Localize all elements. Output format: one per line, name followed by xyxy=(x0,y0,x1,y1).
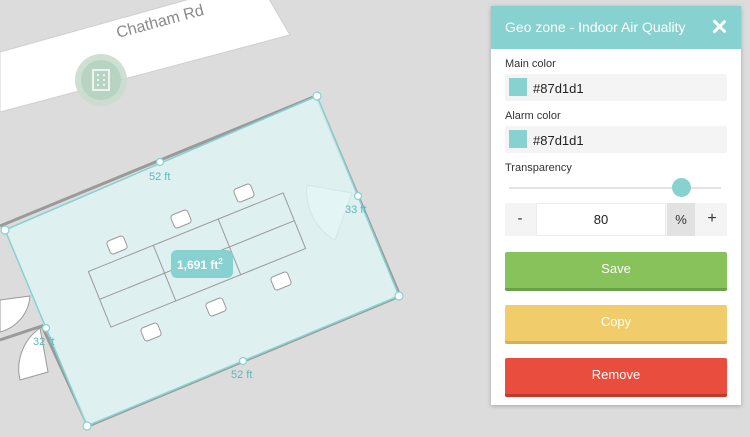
main-color-value: #87d1d1 xyxy=(533,81,584,96)
main-color-label: Main color xyxy=(505,58,556,70)
percent-unit: % xyxy=(667,203,695,236)
main-color-swatch[interactable] xyxy=(509,78,527,96)
alarm-color-value: #87d1d1 xyxy=(533,133,584,148)
remove-button[interactable]: Remove xyxy=(505,358,727,397)
panel-title: Geo zone - Indoor Air Quality xyxy=(505,19,686,35)
save-button[interactable]: Save xyxy=(505,252,727,291)
geo-zone-panel: Geo zone - Indoor Air Quality Main color… xyxy=(491,6,741,405)
panel-header: Geo zone - Indoor Air Quality xyxy=(491,6,741,49)
dim-left: 32 ft xyxy=(33,336,54,348)
transparency-label: Transparency xyxy=(505,162,572,174)
transparency-input[interactable]: 80 xyxy=(536,203,666,236)
dim-bottom: 52 ft xyxy=(231,369,252,381)
svg-text:1,691 ft2: 1,691 ft2 xyxy=(177,257,223,272)
transparency-stepper: - 80 % + xyxy=(505,203,727,236)
building-marker[interactable] xyxy=(75,54,127,106)
area-badge: 1,691 ft2 xyxy=(171,250,233,278)
area-label: 1,691 ft xyxy=(177,258,218,272)
dim-right: 33 ft xyxy=(345,204,366,216)
increment-button[interactable]: + xyxy=(697,203,727,236)
decrement-button[interactable]: - xyxy=(505,203,535,236)
alarm-color-field[interactable]: #87d1d1 xyxy=(505,126,727,153)
alarm-color-swatch[interactable] xyxy=(509,130,527,148)
transparency-slider-thumb[interactable] xyxy=(672,178,691,197)
copy-button[interactable]: Copy xyxy=(505,305,727,344)
main-color-field[interactable]: #87d1d1 xyxy=(505,74,727,101)
dim-top: 52 ft xyxy=(149,171,170,183)
alarm-color-label: Alarm color xyxy=(505,110,561,122)
area-unit-sup: 2 xyxy=(218,257,223,266)
close-icon[interactable] xyxy=(707,15,731,39)
